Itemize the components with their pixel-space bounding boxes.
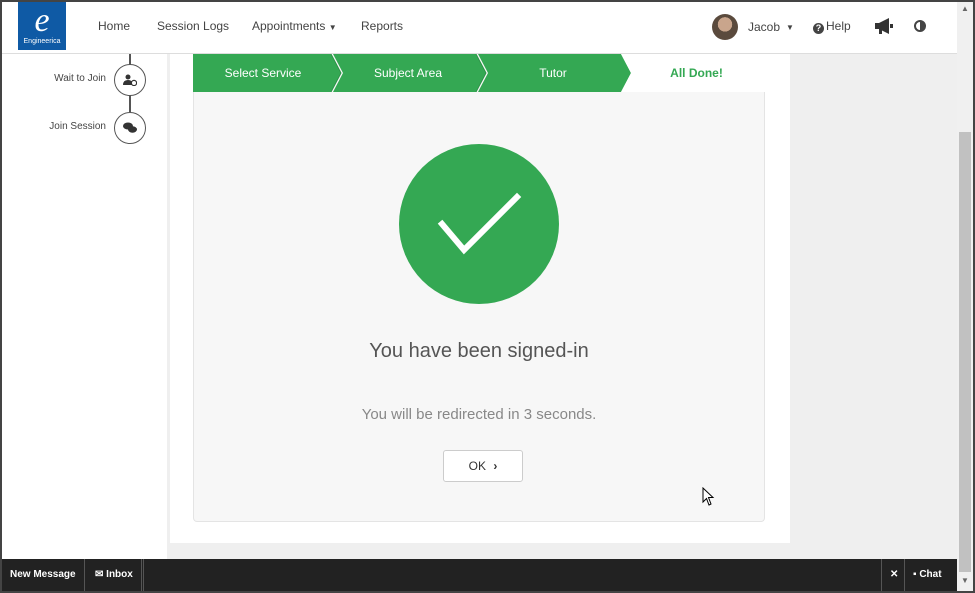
mouse-cursor-icon [702,487,715,506]
close-icon: ✕ [890,569,899,580]
user-menu[interactable]: Jacob ▼ [712,14,794,40]
inbox-button[interactable]: ✉ Inbox [87,559,142,591]
scroll-down-arrow-icon[interactable]: ▼ [957,576,973,588]
wizard-step-tutor: Tutor [539,66,567,80]
inbox-label: Inbox [106,569,133,580]
redirect-message: You will be redirected in 3 seconds. [361,406,597,423]
close-chat-button[interactable]: ✕ [881,559,906,591]
help-link[interactable]: ? Help [813,2,851,50]
vertical-scrollbar[interactable]: ▲ ▼ [957,2,973,591]
new-message-label: New Message [10,569,76,580]
session-steps-panel: Wait to Join Join Session [2,54,167,560]
contrast-toggle-icon[interactable] [914,20,926,32]
wizard-step-select-service: Select Service [224,66,302,80]
logo-letter: e [34,2,50,39]
top-navbar: e Engineerica Home Session Logs Appointm… [2,2,957,54]
megaphone-icon[interactable] [874,18,894,34]
envelope-icon: ✉ [95,569,104,580]
user-name: Jacob [748,20,781,34]
avatar [712,14,738,40]
chat-bubble-icon: ▪ [913,569,917,580]
ok-label: OK [468,459,486,473]
app-window: e Engineerica Home Session Logs Appointm… [0,0,975,593]
nav-appointments-label: Appointments [252,19,326,33]
nav-home[interactable]: Home [98,2,130,50]
step-label: Join Session [49,121,106,132]
scroll-up-arrow-icon[interactable]: ▲ [957,4,973,16]
divider [143,559,144,591]
wizard-progress: Select Service Subject Area Tutor All Do… [193,54,765,92]
caret-down-icon: ▼ [328,23,337,32]
signed-in-heading: You have been signed-in [369,340,589,362]
nav-reports[interactable]: Reports [361,2,403,50]
chat-button[interactable]: ▪ Chat [904,559,950,591]
wizard-step-all-done: All Done! [670,66,723,80]
question-circle-icon: ? [813,23,824,34]
user-clock-icon [114,64,146,96]
logo-text: Engineerica [23,38,61,45]
chat-label: Chat [919,569,942,580]
bottom-message-bar: New Message ✉ Inbox ✕ ▪ Chat [2,559,957,591]
engineerica-logo[interactable]: e Engineerica [18,2,66,50]
new-message-button[interactable]: New Message [2,559,85,591]
step-label: Wait to Join [54,73,106,84]
step-join-session: Join Session [2,112,152,144]
ok-button[interactable]: OK › [443,450,523,482]
help-label: Help [826,19,851,33]
comments-icon [114,112,146,144]
step-wait-to-join: Wait to Join [2,64,152,96]
nav-appointments[interactable]: Appointments ▼ [252,2,337,50]
caret-down-icon: ▼ [786,22,794,32]
scrollbar-thumb[interactable] [959,132,971,572]
wizard-step-subject-area: Subject Area [373,66,443,80]
success-check-icon [399,144,559,304]
nav-session-logs[interactable]: Session Logs [157,2,229,50]
chevron-right-icon: › [493,459,498,473]
